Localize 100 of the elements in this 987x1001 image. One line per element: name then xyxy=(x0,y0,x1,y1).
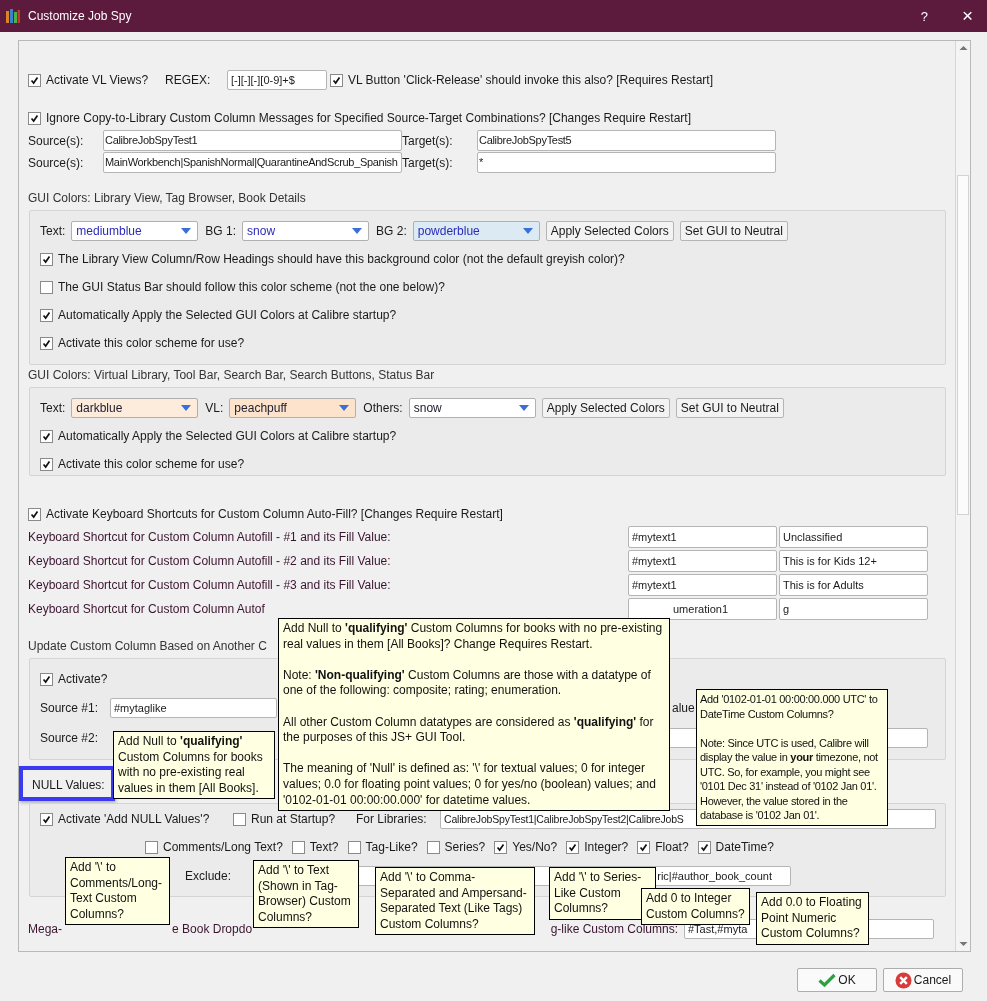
checkbox-label: Activate this color scheme for use? xyxy=(58,336,245,350)
scrollbar[interactable] xyxy=(955,41,970,951)
window-title: Customize Job Spy xyxy=(28,9,133,23)
checkbox-label: The Library View Column/Row Headings should have this background color (not the default greyish color)? xyxy=(58,252,625,266)
field-label: Target(s): xyxy=(402,155,454,170)
field-label: BG 1: xyxy=(205,224,237,238)
field-label: BG 2: xyxy=(376,224,407,238)
field-label: Target(s): xyxy=(402,133,454,148)
checkbox-label: VL Button 'Click-Release' should invoke this also? [Requires Restart] xyxy=(348,73,713,87)
checkbox[interactable] xyxy=(637,840,651,854)
checkbox[interactable] xyxy=(28,507,41,521)
dropdown[interactable]: peachpuff xyxy=(229,398,357,418)
field-label: Source(s): xyxy=(28,133,85,148)
dropdown[interactable]: darkblue xyxy=(71,398,199,418)
setting-label: Keyboard Shortcut for Custom Column Autofill - #1 and its Fill Value: xyxy=(28,530,392,544)
setting-label: Keyboard Shortcut for Custom Column Autofill - #3 and its Fill Value: xyxy=(28,578,392,592)
checkbox[interactable] xyxy=(233,812,246,826)
checkmark-icon xyxy=(818,973,837,987)
button[interactable]: Apply Selected Colors xyxy=(545,221,674,241)
ok-button[interactable]: OK xyxy=(797,968,877,992)
button[interactable]: Apply Selected Colors xyxy=(541,398,670,418)
setting-label: Keyboard Shortcut for Custom Column Autofill - #2 and its Fill Value: xyxy=(28,554,392,568)
text-field[interactable]: #mytext1 xyxy=(628,574,777,596)
field-label: Source #1: xyxy=(40,701,100,715)
text-field[interactable]: #mytext1 xyxy=(628,526,777,548)
tooltip-text: The meaning of 'Null' is defined as: '\' for textual values; 0 for integer values; 0.0 for floating point values; 0 for yes/no (boolean) values; and '0102-01-01 00:00:00.000' for datetime values. xyxy=(283,761,657,809)
section-heading: Update Custom Column Based on Another C xyxy=(28,638,267,654)
checkbox[interactable] xyxy=(347,840,361,854)
tooltip-text: Add '0102-01-01 00:00:00.000 UTC' to DateTime Custom Columns? xyxy=(700,692,879,721)
checkbox-label: Comments/Long Text? xyxy=(163,840,283,854)
checkbox-label: Ignore Copy-to-Library Custom Column Messages for Specified Source-Target Combinations? [Changes Require Restart] xyxy=(46,111,691,125)
button[interactable]: Set GUI to Neutral xyxy=(675,398,784,418)
caret-icon xyxy=(181,228,192,234)
text-field[interactable]: #mytaglike xyxy=(110,698,277,718)
caret-icon xyxy=(352,228,363,234)
checkbox-label: Activate this color scheme for use? xyxy=(58,457,245,471)
checkbox-label: Activate 'Add NULL Values'? xyxy=(58,812,211,826)
checkbox[interactable] xyxy=(494,840,508,854)
checkbox-label: The GUI Status Bar should follow this color scheme (not the one below)? xyxy=(58,280,445,294)
cancel-icon xyxy=(894,971,912,989)
scroll-thumb[interactable] xyxy=(957,175,969,515)
text-field[interactable]: MainWorkbench|SpanishNormal|QuarantineAndScrub_Spanish xyxy=(103,152,402,173)
text-field[interactable]: CalibreJobSpyTest5 xyxy=(477,130,776,151)
checkbox[interactable] xyxy=(40,457,53,471)
dropdown[interactable]: powderblue xyxy=(412,221,540,241)
text-field[interactable]: This is for Adults xyxy=(779,574,928,596)
checkbox-label: Series? xyxy=(444,840,486,854)
text-field[interactable]: This is for Kids 12+ xyxy=(779,550,928,572)
checkbox[interactable] xyxy=(291,840,305,854)
checkbox-label: Activate VL Views? xyxy=(46,73,150,87)
setting-label: Mega- xyxy=(28,922,62,936)
field-label: REGEX: xyxy=(165,73,212,87)
books-icon xyxy=(5,8,21,24)
checkbox[interactable] xyxy=(40,308,53,322)
tooltip-text: Note: 'Non-qualifying' Custom Columns are those with a datatype of one of the following: composite; rating; enumeration. xyxy=(283,667,652,699)
field-label: VL: xyxy=(205,401,224,415)
field-label: For Libraries: xyxy=(356,812,428,826)
caret-icon xyxy=(522,228,533,234)
text-field[interactable]: #mytext1 xyxy=(628,550,777,572)
checkbox[interactable] xyxy=(40,672,53,686)
caret-icon xyxy=(181,405,192,411)
checkbox[interactable] xyxy=(28,73,41,87)
text-field[interactable]: umeration1 xyxy=(628,598,777,620)
checkbox-label: Run at Startup? xyxy=(251,812,337,826)
checkbox[interactable] xyxy=(566,840,580,854)
checkbox[interactable] xyxy=(40,280,53,294)
checkbox[interactable] xyxy=(40,336,53,350)
checkbox[interactable] xyxy=(330,73,343,87)
dropdown[interactable]: snow xyxy=(408,398,536,418)
caret-icon xyxy=(518,405,529,411)
text-field[interactable]: * xyxy=(477,152,776,173)
checkbox[interactable] xyxy=(40,252,53,266)
checkbox[interactable] xyxy=(40,429,53,443)
checkbox[interactable] xyxy=(697,840,711,854)
text-field[interactable]: Unclassified xyxy=(779,526,928,548)
help-button[interactable]: ? xyxy=(916,8,932,24)
tooltip-text: All other Custom Column datatypes are considered as 'qualifying' for the purposes of this JS+ GUI Tool. xyxy=(283,714,655,746)
checkbox-label: DateTime? xyxy=(715,840,774,854)
checkbox[interactable] xyxy=(40,812,53,826)
checkbox-label: Automatically Apply the Selected GUI Colors at Calibre startup? xyxy=(58,429,397,443)
tooltip-text: Add Null to 'qualifying' Custom Columns for books with no pre-existing real values in them [All Books]? Change Requires Restart. xyxy=(283,621,664,653)
checkbox-label: Float? xyxy=(655,840,689,854)
checkbox-label: Automatically Apply the Selected GUI Colors at Calibre startup? xyxy=(58,308,397,322)
checkbox-label: Activate? xyxy=(58,672,108,686)
section-heading: GUI Colors: Library View, Tag Browser, Book Details xyxy=(28,190,306,206)
caret-icon xyxy=(339,405,350,411)
text-field[interactable]: [-][-][-][0-9]+$ xyxy=(227,70,327,90)
checkbox[interactable] xyxy=(28,111,41,125)
close-button[interactable]: × xyxy=(957,5,977,27)
checkbox[interactable] xyxy=(145,840,158,854)
field-label: alue xyxy=(672,701,695,715)
dropdown[interactable]: mediumblue xyxy=(71,221,199,241)
setting-label: e Book Dropdo xyxy=(172,922,253,936)
text-field[interactable]: g xyxy=(779,598,928,620)
field-label: Exclude: xyxy=(185,869,232,883)
checkbox[interactable] xyxy=(426,840,440,854)
text-field[interactable]: CalibreJobSpyTest1 xyxy=(103,130,402,151)
button[interactable]: Set GUI to Neutral xyxy=(679,221,788,241)
cancel-button[interactable]: Cancel xyxy=(883,968,963,992)
dropdown[interactable]: snow xyxy=(242,221,370,241)
